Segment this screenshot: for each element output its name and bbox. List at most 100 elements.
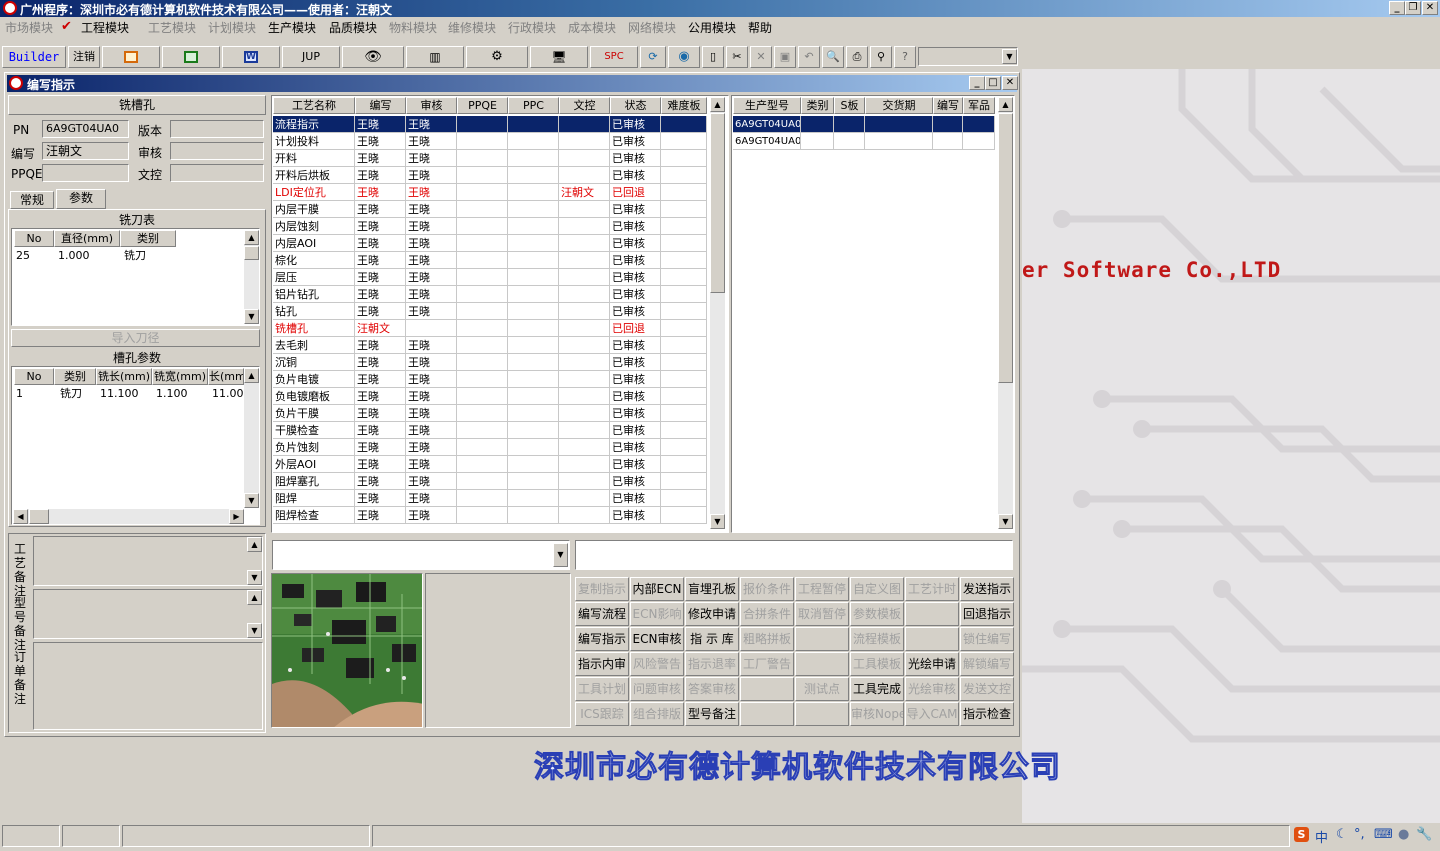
word-button[interactable]: W bbox=[222, 46, 280, 68]
delete-button[interactable]: ✕ bbox=[750, 46, 772, 68]
menu-help[interactable]: 帮助 bbox=[748, 19, 772, 36]
action-button[interactable]: ECN影响 bbox=[630, 602, 684, 626]
review-field[interactable] bbox=[170, 142, 264, 160]
excel-button[interactable] bbox=[162, 46, 220, 68]
action-button[interactable]: 报价条件 bbox=[740, 577, 794, 601]
action-button[interactable]: ECN审核 bbox=[630, 627, 684, 651]
action-button[interactable] bbox=[740, 677, 794, 701]
preview-button[interactable]: 🔍 bbox=[822, 46, 844, 68]
spc-button[interactable]: SPC bbox=[590, 46, 638, 68]
action-button[interactable]: 指示退率 bbox=[685, 652, 739, 676]
action-button[interactable]: 工厂警告 bbox=[740, 652, 794, 676]
table-row[interactable]: 计划投料 王晓 王晓 已审核 bbox=[273, 133, 707, 150]
hscroll-thumb[interactable] bbox=[29, 509, 49, 524]
table-row[interactable]: 内层干膜 王晓 王晓 已审核 bbox=[273, 201, 707, 218]
scroll-down-icon[interactable]: ▼ bbox=[710, 514, 725, 529]
restore-button[interactable]: ❐ bbox=[1405, 1, 1421, 15]
user-icon[interactable]: ● bbox=[1398, 827, 1409, 842]
action-button[interactable]: 测试点 bbox=[795, 677, 849, 701]
action-button[interactable] bbox=[905, 627, 959, 651]
punctuation-icon[interactable]: °, bbox=[1354, 827, 1365, 842]
print-button[interactable]: ⎙ bbox=[846, 46, 868, 68]
sogou-icon[interactable]: S bbox=[1294, 827, 1309, 842]
process-combo[interactable]: ▼ bbox=[272, 540, 570, 570]
scroll-up-icon[interactable]: ▲ bbox=[247, 590, 262, 605]
scroll-thumb[interactable] bbox=[710, 113, 725, 293]
import-tool-diameter-button[interactable]: 导入刀径 bbox=[11, 329, 260, 347]
action-button[interactable]: 光绘审核 bbox=[905, 677, 959, 701]
menu-common[interactable]: 公用模块 bbox=[688, 19, 736, 36]
menu-craft[interactable]: 工艺模块 bbox=[148, 19, 196, 36]
toolbar-combo[interactable]: ▼ bbox=[918, 47, 1018, 66]
jup-button[interactable]: JUP bbox=[282, 46, 340, 68]
table-row[interactable]: 铣槽孔 汪朝文 已回退 bbox=[273, 320, 707, 337]
keyboard-icon[interactable]: ⌨ bbox=[1374, 827, 1393, 842]
table-row[interactable]: 负电镀磨板 王晓 王晓 已审核 bbox=[273, 388, 707, 405]
scroll-right-icon[interactable]: ▶ bbox=[229, 509, 244, 524]
menu-production[interactable]: 生产模块 bbox=[268, 19, 316, 36]
menu-quality[interactable]: 品质模块 bbox=[329, 19, 377, 36]
menu-plan[interactable]: 计划模块 bbox=[208, 19, 256, 36]
table-row[interactable]: 负片干膜 王晓 王晓 已审核 bbox=[273, 405, 707, 422]
table-row[interactable]: 阻焊塞孔 王晓 王晓 已审核 bbox=[273, 473, 707, 490]
action-button[interactable]: 工程暂停 bbox=[795, 577, 849, 601]
new-button[interactable]: ▯ bbox=[702, 46, 724, 68]
table-row[interactable]: 棕化 王晓 王晓 已审核 bbox=[273, 252, 707, 269]
action-button[interactable]: 工具计划 bbox=[575, 677, 629, 701]
table-row[interactable]: 铝片钻孔 王晓 王晓 已审核 bbox=[273, 286, 707, 303]
table-row[interactable]: 层压 王晓 王晓 已审核 bbox=[273, 269, 707, 286]
craft-memo-field[interactable]: ▲ ▼ bbox=[33, 536, 263, 586]
action-button[interactable]: 指示内审 bbox=[575, 652, 629, 676]
action-button[interactable]: 风险警告 bbox=[630, 652, 684, 676]
scroll-down-icon[interactable]: ▼ bbox=[244, 493, 259, 508]
menu-engineering[interactable]: 工程模块 bbox=[81, 19, 129, 36]
wrench-icon[interactable]: 🔧 bbox=[1416, 827, 1432, 842]
action-button[interactable]: ICS跟踪 bbox=[575, 702, 629, 726]
refresh-button[interactable]: ⟳ bbox=[640, 46, 666, 68]
scroll-down-icon[interactable]: ▼ bbox=[244, 309, 259, 324]
table-row[interactable]: 开料 王晓 王晓 已审核 bbox=[273, 150, 707, 167]
action-button[interactable] bbox=[795, 627, 849, 651]
action-button[interactable] bbox=[740, 702, 794, 726]
model-memo-field[interactable]: ▲ ▼ bbox=[33, 589, 263, 639]
note-input[interactable] bbox=[575, 540, 1013, 570]
ppqe-field[interactable] bbox=[42, 164, 129, 182]
view-button[interactable]: 👁 bbox=[342, 46, 404, 68]
browser-button[interactable]: ◉ bbox=[668, 46, 700, 68]
action-button[interactable]: 内部ECN bbox=[630, 577, 684, 601]
action-button[interactable]: 答案审核 bbox=[685, 677, 739, 701]
table-row[interactable]: 6A9GT04UA0 bbox=[733, 133, 995, 150]
action-button[interactable]: 审核Nope bbox=[850, 702, 904, 726]
logout-button[interactable]: 注销 bbox=[68, 46, 100, 68]
table-row[interactable]: LDI定位孔 王晓 王晓 汪朝文 已回退 bbox=[273, 184, 707, 201]
menu-maintenance[interactable]: 维修模块 bbox=[448, 19, 496, 36]
table-row[interactable]: 6A9GT04UA0 bbox=[733, 116, 995, 133]
window-restore-button[interactable]: □ bbox=[985, 76, 1001, 90]
chevron-down-icon[interactable]: ▼ bbox=[1002, 49, 1017, 64]
author-field[interactable]: 汪朝文 bbox=[42, 142, 129, 160]
table-row[interactable]: 负片电镀 王晓 王晓 已审核 bbox=[273, 371, 707, 388]
menu-market[interactable]: 市场模块 bbox=[5, 19, 53, 36]
action-button[interactable]: 指示检查 bbox=[960, 702, 1014, 726]
window-minimize-button[interactable]: _ bbox=[969, 76, 985, 90]
menu-admin[interactable]: 行政模块 bbox=[508, 19, 556, 36]
action-button[interactable]: 型号备注 bbox=[685, 702, 739, 726]
cut-button[interactable]: ✂ bbox=[726, 46, 748, 68]
table-row[interactable]: 内层蚀刻 王晓 王晓 已审核 bbox=[273, 218, 707, 235]
builder-button[interactable]: Builder bbox=[2, 46, 66, 68]
table-row[interactable]: 阻焊检查 王晓 王晓 已审核 bbox=[273, 507, 707, 524]
scroll-down-icon[interactable]: ▼ bbox=[247, 570, 262, 585]
minimize-button[interactable]: _ bbox=[1389, 1, 1405, 15]
action-button[interactable] bbox=[795, 652, 849, 676]
action-button[interactable]: 回退指示 bbox=[960, 602, 1014, 626]
scroll-left-icon[interactable]: ◀ bbox=[13, 509, 28, 524]
action-button[interactable]: 光绘申请 bbox=[905, 652, 959, 676]
table-row[interactable]: 负片蚀刻 王晓 王晓 已审核 bbox=[273, 439, 707, 456]
tool-table-scrollbar[interactable]: ▲ ▼ bbox=[244, 230, 259, 324]
action-button[interactable]: 工具完成 bbox=[850, 677, 904, 701]
action-button[interactable]: 发送指示 bbox=[960, 577, 1014, 601]
chevron-down-icon[interactable]: ▼ bbox=[553, 543, 568, 567]
slot-table-vscrollbar[interactable]: ▲ ▼ bbox=[244, 368, 259, 508]
action-button[interactable]: 解锁编写 bbox=[960, 652, 1014, 676]
slot-table-hscrollbar[interactable]: ◀ ▶ bbox=[13, 509, 244, 524]
